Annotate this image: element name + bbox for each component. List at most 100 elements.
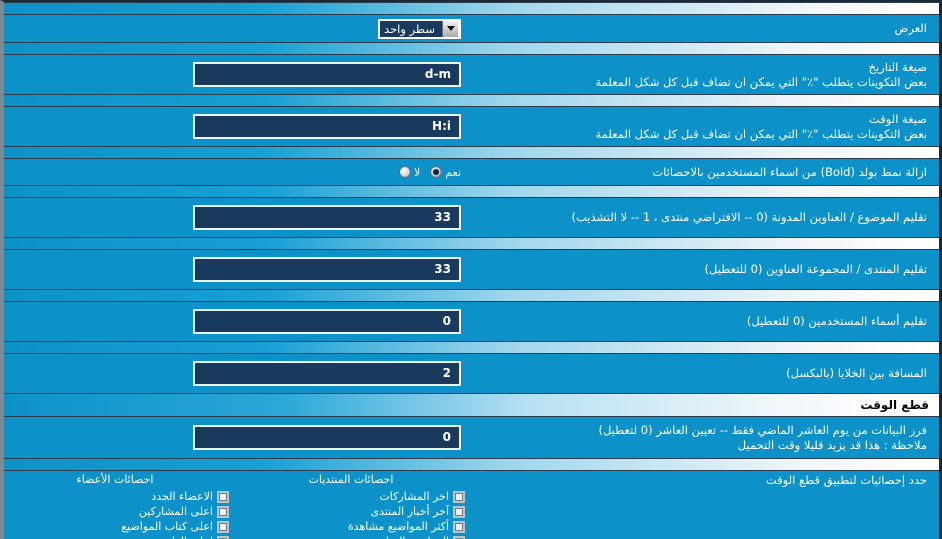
trim-topic-input[interactable]: 33	[193, 205, 461, 230]
apply-stats-column-forums: احصائات المنتديات اخر المشاركات آخر أخبا…	[233, 473, 469, 539]
checkbox-top-posters[interactable]	[217, 505, 229, 518]
display-select-value: سطر واحد	[384, 21, 435, 36]
checkbox-hot-topics[interactable]	[453, 535, 465, 539]
checkbox-item-hot-topics[interactable]: المواضيع الساخنة	[237, 534, 465, 539]
row-trim-forum-label: تقليم المنتدى / المجموعة العناوين (0 للت…	[704, 262, 927, 276]
cell-padding-input-value: 2	[442, 366, 451, 380]
trim-usernames-input-value: 0	[442, 314, 451, 328]
separator-7	[4, 341, 939, 354]
checkbox-most-viewed[interactable]	[453, 520, 465, 533]
sort-days-input[interactable]: 0	[193, 425, 461, 450]
radio-yes-indicator[interactable]	[430, 166, 443, 178]
row-trim-topic-control-cell: 33	[4, 205, 469, 230]
checkbox-forum-news-label: آخر أخبار المنتدى	[370, 505, 449, 518]
row-trim-topic-label-cell: تقليم الموضوع / العناوين المدونة (0 -- ا…	[469, 210, 939, 225]
checkbox-item-top-posters[interactable]: اعلى المشاركين	[4, 504, 229, 519]
separator-4	[4, 185, 939, 198]
row-time-format-label-cell: صيغة الوقت بعض التكوينات يتطلب "٪" التي …	[469, 112, 939, 142]
row-trim-forum: تقليم المنتدى / المجموعة العناوين (0 للت…	[4, 250, 939, 289]
checkbox-item-forum-news[interactable]: آخر أخبار المنتدى	[237, 504, 465, 519]
row-remove-bold-control-cell: نعم لا	[4, 166, 469, 179]
date-format-input[interactable]: d-m	[193, 62, 461, 87]
settings-page: العرض سطر واحد صيغة التاريخ بعض التكوينا…	[0, 0, 942, 539]
row-trim-forum-control-cell: 33	[4, 257, 469, 282]
row-remove-bold-label-cell: ازالة نمط بولد (Bold) من اسماء المستخدمي…	[469, 165, 939, 180]
remove-bold-radio-yes[interactable]: نعم	[430, 166, 461, 179]
row-time-format-sublabel: بعض التكوينات يتطلب "٪" التي يمكن ان تضا…	[595, 126, 928, 141]
separator-3	[4, 146, 939, 159]
row-date-format: صيغة التاريخ بعض التكوينات يتطلب "٪" الت…	[4, 55, 939, 94]
row-cell-padding: المسافة بين الخلايا (بالبكسل) 2	[4, 354, 939, 393]
checkbox-item-latest-posts[interactable]: اخر المشاركات	[237, 489, 465, 504]
row-trim-topic-label: تقليم الموضوع / العناوين المدونة (0 -- ا…	[571, 210, 927, 224]
row-date-format-label: صيغة التاريخ	[868, 59, 927, 74]
row-trim-usernames: تقليم أسماء المستخدمين (0 للتعطيل) 0	[4, 302, 939, 341]
row-sort-days-label-cell: فرز البيانات من يوم العاشر الماضي فقط --…	[469, 423, 939, 453]
checkbox-item-top-referrers[interactable]: اعلى الداعين	[4, 534, 229, 539]
remove-bold-radio-no[interactable]: لا	[399, 166, 420, 179]
remove-bold-radio-group: نعم لا	[399, 166, 461, 179]
trim-topic-input-value: 33	[434, 210, 451, 224]
checkbox-top-thread-starters-label: اعلى كتاب المواضيع	[121, 520, 213, 533]
display-select[interactable]: سطر واحد	[378, 18, 461, 39]
row-time-format-control-cell: H:i	[4, 114, 469, 139]
checkbox-latest-posts-label: اخر المشاركات	[379, 490, 449, 503]
row-date-format-sublabel: بعض التكوينات يتطلب "٪" التي يمكن ان تضا…	[595, 74, 928, 89]
row-date-format-label-cell: صيغة التاريخ بعض التكوينات يتطلب "٪" الت…	[469, 60, 939, 90]
sort-days-input-value: 0	[442, 430, 451, 444]
section-header-time-cut: قطع الوقت	[4, 393, 939, 417]
separator-top	[4, 2, 939, 15]
row-apply-stats: حدد إحصائيات لتطبيق قطع الوقت احصائات ال…	[4, 471, 939, 539]
row-trim-usernames-label-cell: تقليم أسماء المستخدمين (0 للتعطيل)	[469, 314, 939, 329]
row-sort-days-sublabel: ملاحظة : هذا قد يزيد قليلا وقت التحميل	[737, 437, 927, 452]
time-format-input[interactable]: H:i	[193, 114, 461, 139]
trim-usernames-input[interactable]: 0	[193, 309, 461, 334]
checkbox-item-new-members[interactable]: الاعضاء الجدد	[4, 489, 229, 504]
radio-no-indicator[interactable]	[399, 166, 412, 178]
checkbox-new-members-label: الاعضاء الجدد	[151, 490, 213, 503]
separator-1	[4, 42, 939, 55]
row-display-control-cell: سطر واحد	[4, 18, 469, 39]
apply-stats-columns: احصائات المنتديات اخر المشاركات آخر أخبا…	[4, 473, 469, 539]
separator-2	[4, 94, 939, 107]
trim-forum-input-value: 33	[434, 262, 451, 276]
row-remove-bold: ازالة نمط بولد (Bold) من اسماء المستخدمي…	[4, 159, 939, 185]
cell-padding-input[interactable]: 2	[193, 361, 461, 386]
row-display: العرض سطر واحد	[4, 15, 939, 42]
row-cell-padding-label-cell: المسافة بين الخلايا (بالبكسل)	[469, 366, 939, 381]
separator-5	[4, 237, 939, 250]
radio-yes-label: نعم	[445, 165, 461, 179]
trim-forum-input[interactable]: 33	[193, 257, 461, 282]
row-time-format: صيغة الوقت بعض التكوينات يتطلب "٪" التي …	[4, 107, 939, 146]
checkbox-latest-posts[interactable]	[453, 490, 465, 503]
checkbox-top-posters-label: اعلى المشاركين	[138, 505, 213, 518]
separator-6	[4, 289, 939, 302]
row-apply-stats-label-cell: حدد إحصائيات لتطبيق قطع الوقت	[469, 473, 939, 539]
row-sort-days-control-cell: 0	[4, 425, 469, 450]
checkbox-item-most-viewed[interactable]: أكثر المواضيع مشاهدة	[237, 519, 465, 534]
row-time-format-label: صيغة الوقت	[868, 111, 927, 126]
time-format-input-value: H:i	[432, 119, 451, 133]
row-cell-padding-control-cell: 2	[4, 361, 469, 386]
checkbox-top-thread-starters[interactable]	[217, 520, 229, 533]
checkbox-new-members[interactable]	[217, 490, 229, 503]
checkbox-hot-topics-label: المواضيع الساخنة	[370, 535, 449, 539]
apply-stats-column-members: احصائات الأعضاء الاعضاء الجدد اعلى المشا…	[4, 473, 233, 539]
row-cell-padding-label: المسافة بين الخلايا (بالبكسل)	[786, 366, 927, 380]
section-header-time-cut-label: قطع الوقت	[860, 398, 929, 412]
row-apply-stats-label: حدد إحصائيات لتطبيق قطع الوقت	[765, 473, 927, 487]
row-date-format-control-cell: d-m	[4, 62, 469, 87]
checkbox-item-top-thread-starters[interactable]: اعلى كتاب المواضيع	[4, 519, 229, 534]
row-sort-days: فرز البيانات من يوم العاشر الماضي فقط --…	[4, 417, 939, 458]
checkbox-forum-news[interactable]	[453, 505, 465, 518]
separator-8	[4, 458, 939, 471]
column-title-members: احصائات الأعضاء	[76, 473, 154, 486]
row-trim-forum-label-cell: تقليم المنتدى / المجموعة العناوين (0 للت…	[469, 262, 939, 277]
row-sort-days-label: فرز البيانات من يوم العاشر الماضي فقط --…	[598, 422, 927, 437]
row-trim-usernames-control-cell: 0	[4, 309, 469, 334]
checkbox-top-referrers[interactable]	[217, 535, 229, 539]
checkbox-top-referrers-label: اعلى الداعين	[154, 535, 213, 539]
checkbox-most-viewed-label: أكثر المواضيع مشاهدة	[347, 520, 449, 533]
row-display-label: العرض	[894, 21, 928, 35]
chevron-down-icon[interactable]	[442, 20, 459, 37]
